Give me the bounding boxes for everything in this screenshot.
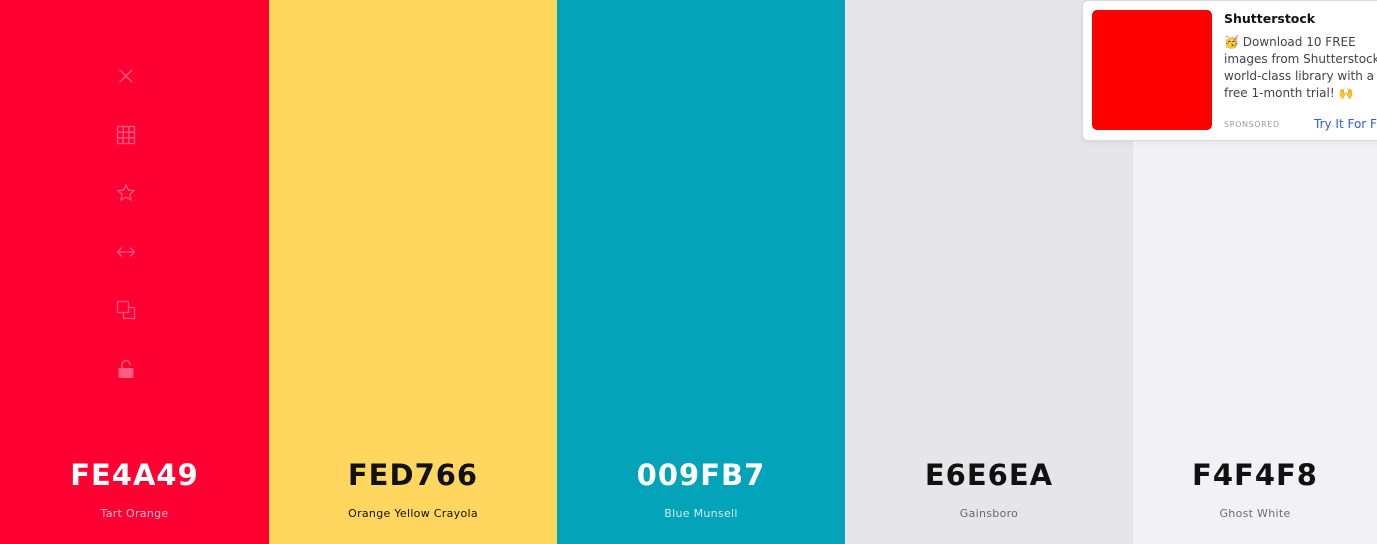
hex-code[interactable]: F4F4F8: [1133, 458, 1377, 492]
drag-color-handle[interactable]: [108, 234, 144, 270]
ad-line: free 1-month trial! 🙌: [1224, 86, 1354, 100]
close-icon: [119, 69, 133, 83]
color-name[interactable]: Ghost White: [1133, 507, 1377, 520]
hex-code[interactable]: E6E6EA: [845, 458, 1133, 492]
view-shades-button[interactable]: [108, 117, 144, 153]
ad-description: 🥳 Download 10 FREE images from Shutterst…: [1224, 34, 1377, 102]
color-name[interactable]: Gainsboro: [845, 507, 1133, 520]
sponsored-ad-card[interactable]: Shutterstock 🥳 Download 10 FREE images f…: [1082, 0, 1377, 141]
swatch-toolbar: [108, 58, 144, 409]
color-name[interactable]: Orange Yellow Crayola: [269, 507, 557, 520]
hex-code[interactable]: FE4A49: [0, 458, 269, 492]
ad-line: images from Shutterstock's: [1224, 52, 1377, 66]
ad-cta-link[interactable]: Try It For Free: [1314, 117, 1377, 131]
ad-image[interactable]: [1092, 10, 1212, 130]
swatch-orange-yellow-crayola[interactable]: FED766 Orange Yellow Crayola: [269, 0, 557, 544]
copy-hex-button[interactable]: [108, 292, 144, 328]
grid-icon: [116, 125, 136, 144]
copy-icon: [116, 300, 136, 320]
save-color-button[interactable]: [108, 175, 144, 211]
hex-code[interactable]: 009FB7: [557, 458, 845, 492]
sponsored-label: SPONSORED: [1224, 120, 1280, 129]
color-palette: FE4A49 Tart Orange FED766 Orange Yellow …: [0, 0, 1377, 544]
arrows-horizontal-icon: [116, 246, 136, 257]
ad-body: Shutterstock 🥳 Download 10 FREE images f…: [1224, 11, 1377, 102]
swatch-tart-orange[interactable]: FE4A49 Tart Orange: [0, 0, 269, 544]
swatch-blue-munsell[interactable]: 009FB7 Blue Munsell: [557, 0, 845, 544]
ad-line: world-class library with a: [1224, 69, 1375, 83]
color-name[interactable]: Blue Munsell: [557, 507, 845, 520]
ad-line: 🥳 Download 10 FREE: [1224, 35, 1356, 49]
unlock-icon: [118, 359, 134, 378]
remove-color-button[interactable]: [108, 58, 144, 94]
star-icon: [117, 184, 135, 201]
color-name[interactable]: Tart Orange: [0, 507, 269, 520]
lock-color-button[interactable]: [108, 351, 144, 387]
hex-code[interactable]: FED766: [269, 458, 557, 492]
ad-title[interactable]: Shutterstock: [1224, 11, 1377, 26]
